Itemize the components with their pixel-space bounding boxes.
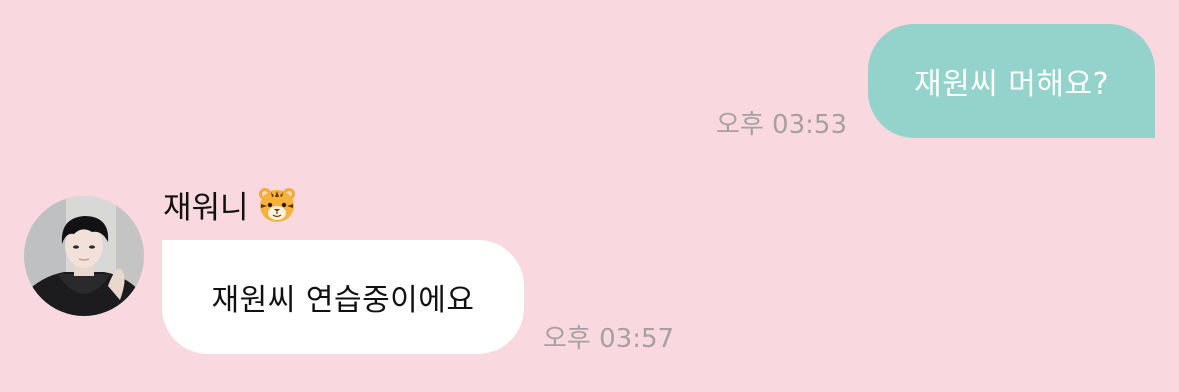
incoming-message-text: 재원씨 연습중이에요 bbox=[211, 283, 475, 318]
outgoing-message-text: 재원씨 머해요? bbox=[913, 67, 1110, 102]
avatar[interactable] bbox=[24, 196, 144, 316]
sender-name-text: 재워니 bbox=[163, 190, 249, 226]
incoming-message-bubble[interactable]: 재원씨 연습중이에요 bbox=[162, 240, 524, 354]
incoming-message-time: 오후 03:57 bbox=[543, 324, 675, 354]
avatar-photo bbox=[24, 196, 144, 316]
tiger-face-icon bbox=[257, 186, 297, 224]
outgoing-message-bubble[interactable]: 재원씨 머해요? bbox=[868, 24, 1155, 138]
outgoing-message-time: 오후 03:53 bbox=[715, 110, 847, 140]
sender-name[interactable]: 재워니 bbox=[163, 182, 297, 227]
chat-thread: 재원씨 머해요? 오후 03:53 재워니 재원씨 연습중이에요 오후 03:5… bbox=[0, 0, 1179, 392]
